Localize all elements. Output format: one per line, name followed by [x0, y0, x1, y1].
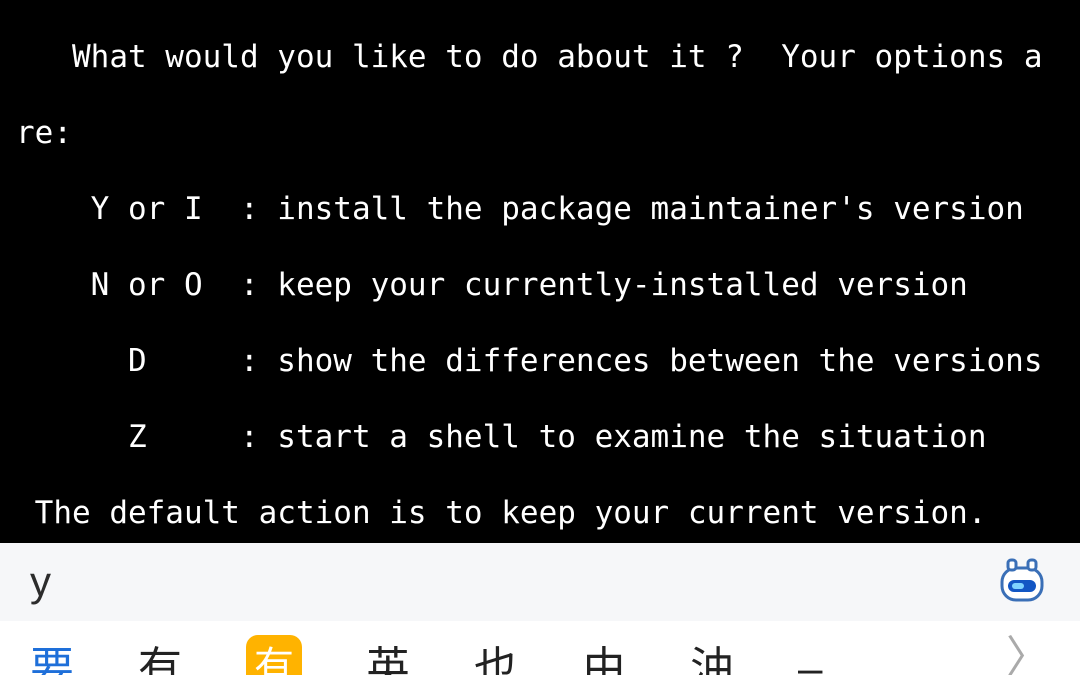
ime-candidate[interactable]: 要 [30, 647, 74, 675]
ime-candidate[interactable]: 也 [474, 647, 518, 675]
terminal-line: D : show the differences between the ver… [16, 342, 1064, 380]
ime-more-icon[interactable]: 〉 [1006, 621, 1050, 675]
terminal-line: The default action is to keep your curre… [16, 494, 1064, 532]
terminal-line: Z : start a shell to examine the situati… [16, 418, 1064, 456]
terminal-line: What would you like to do about it ? You… [16, 38, 1064, 76]
terminal-line: re: [16, 114, 1064, 152]
ime-candidate-highlight[interactable]: 有 [246, 635, 302, 675]
terminal-line: Y or I : install the package maintainer'… [16, 190, 1064, 228]
ime-candidate-bar: 要 有 有 英 也 由 油 – 〉 [0, 621, 1080, 675]
ime-candidate[interactable]: 由 [582, 647, 626, 675]
terminal-line: N or O : keep your currently-installed v… [16, 266, 1064, 304]
ime-candidate[interactable]: – [798, 647, 822, 675]
ime-candidate[interactable]: 英 [366, 647, 410, 675]
ime-candidate[interactable]: 有 [138, 647, 182, 675]
ime-candidate[interactable]: 油 [690, 647, 734, 675]
ime-input-text[interactable]: y [30, 558, 994, 606]
ime-assistant-icon[interactable] [994, 554, 1050, 610]
ime-input-bar: y [0, 543, 1080, 621]
